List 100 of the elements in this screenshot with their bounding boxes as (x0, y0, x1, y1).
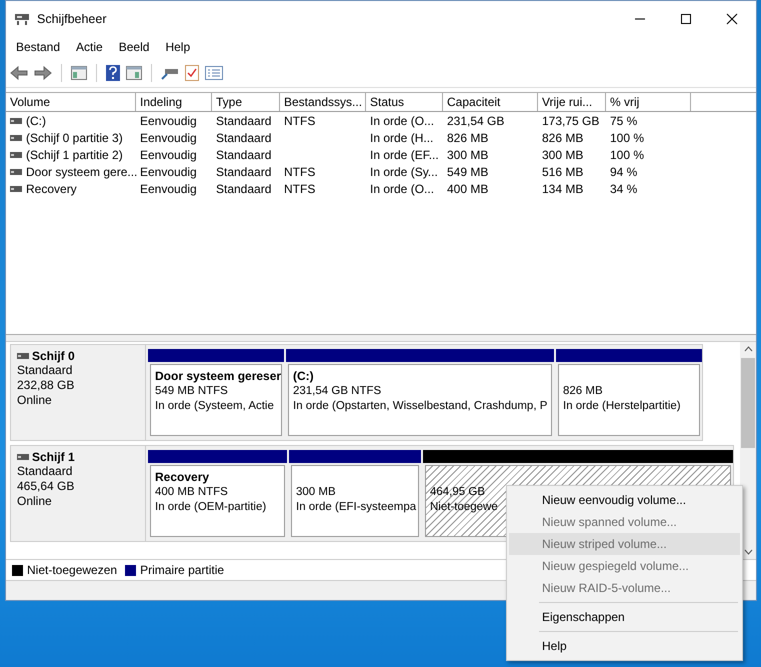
menu-item[interactable]: Eigenschappen (509, 606, 740, 628)
drive-icon (10, 168, 22, 174)
disk-name: Schijf 0 (32, 349, 75, 363)
panel-icon[interactable] (126, 66, 142, 80)
drive-icon (17, 353, 29, 359)
table-cell: 75 % (610, 114, 638, 128)
column-header[interactable]: Type (216, 95, 242, 109)
table-cell: 173,75 GB (542, 114, 600, 128)
table-cell: 34 % (610, 182, 638, 196)
help-icon[interactable] (106, 65, 120, 81)
disk-label-panel[interactable]: Schijf 1 Standaard 465,64 GB Online (10, 445, 146, 542)
table-cell: 231,54 GB (447, 114, 504, 128)
partition-status: In orde (OEM-partitie) (155, 500, 266, 515)
partition-size: 826 MB (563, 384, 603, 399)
table-cell: NTFS (284, 114, 316, 128)
table-cell: In orde (H... (370, 130, 434, 144)
table-cell: 300 MB (542, 148, 584, 162)
close-icon[interactable] (726, 13, 738, 25)
partition-size: 231,54 GB NTFS (293, 384, 382, 399)
table-cell: 826 MB (542, 130, 584, 144)
disk-label-panel[interactable]: Schijf 0 Standaard 232,88 GB Online (10, 344, 146, 441)
disk-status: Online (17, 494, 53, 509)
panel-icon[interactable] (71, 66, 87, 80)
table-cell: Eenvoudig (140, 164, 197, 178)
partition-status: In orde (Systeem, Actie (155, 399, 274, 414)
partition-status: Niet-toegewe (430, 500, 498, 515)
partition-name: Recovery (155, 470, 210, 485)
table-cell: Standaard (216, 130, 272, 144)
menu-item[interactable]: Bestand (16, 40, 60, 54)
column-header[interactable]: Indeling (140, 95, 182, 109)
table-cell: Eenvoudig (140, 148, 197, 162)
menu-item[interactable]: Help (509, 635, 740, 657)
drive-icon (10, 118, 22, 124)
disk-status: Online (17, 393, 53, 408)
drive-icon (10, 186, 22, 192)
back-arrow-icon[interactable] (10, 66, 28, 80)
table-cell: (Schijf 0 partitie 3) (26, 130, 123, 144)
partition-size: 300 MB (296, 485, 336, 500)
drive-icon[interactable] (161, 66, 179, 80)
disk-size: 232,88 GB (17, 378, 76, 393)
table-cell: 826 MB (447, 130, 488, 144)
table-cell: In orde (O... (370, 114, 434, 128)
table-cell: Door systeem gere... (26, 164, 138, 178)
scroll-up-icon[interactable] (744, 346, 752, 352)
menu-item[interactable]: Nieuw eenvoudig volume... (509, 489, 740, 511)
disk-type: Standaard (17, 363, 74, 378)
table-cell: NTFS (284, 182, 316, 196)
disk-management-icon (14, 12, 30, 26)
menu-item[interactable]: Beeld (118, 40, 150, 54)
scrollbar-thumb[interactable] (741, 358, 755, 448)
legend-label: Primaire partitie (140, 563, 224, 577)
table-cell: Eenvoudig (140, 182, 197, 196)
table-cell: Standaard (216, 148, 272, 162)
table-cell: 100 % (610, 148, 644, 162)
table-cell: Standaard (216, 164, 272, 178)
table-cell: (C:) (26, 114, 46, 128)
drive-icon (17, 454, 29, 460)
table-cell: In orde (O... (370, 182, 434, 196)
table-cell: 94 % (610, 164, 638, 178)
maximize-icon[interactable] (680, 13, 692, 25)
table-cell: 300 MB (447, 148, 488, 162)
table-cell: NTFS (284, 164, 316, 178)
menu-item[interactable]: Help (165, 40, 190, 54)
window-title: Schijfbeheer (37, 12, 106, 26)
scrollbar[interactable] (740, 342, 756, 559)
forward-arrow-icon[interactable] (34, 66, 52, 80)
column-header[interactable]: Capaciteit (447, 95, 500, 109)
checklist-icon[interactable] (185, 65, 199, 81)
scroll-down-icon[interactable] (744, 549, 752, 555)
partition-status: In orde (EFI-systeempa (296, 500, 416, 515)
partition-status: In orde (Opstarten, Wisselbestand, Crashdump, P (293, 399, 548, 414)
column-header[interactable]: % vrij (610, 95, 640, 109)
menu-item[interactable]: Actie (76, 40, 103, 54)
table-cell: Eenvoudig (140, 114, 197, 128)
disk-name: Schijf 1 (32, 450, 75, 464)
table-cell: Recovery (26, 182, 77, 196)
table-cell: Eenvoudig (140, 130, 197, 144)
partition-name: Door systeem gereser (155, 369, 281, 384)
table-cell: 400 MB (447, 182, 488, 196)
table-cell: In orde (EF... (370, 148, 439, 162)
legend-label: Niet-toegewezen (27, 563, 118, 577)
list-icon[interactable] (205, 66, 223, 80)
table-cell: Standaard (216, 182, 272, 196)
drive-icon (10, 134, 22, 140)
disk-size: 465,64 GB (17, 479, 76, 494)
column-header[interactable]: Bestandssys... (284, 95, 362, 109)
table-cell: Standaard (216, 114, 272, 128)
drive-icon (10, 152, 22, 158)
partition-name: (C:) (293, 369, 314, 384)
table-cell: 549 MB (447, 164, 488, 178)
table-cell: 100 % (610, 130, 644, 144)
column-header[interactable]: Volume (10, 95, 50, 109)
partition-size: 400 MB NTFS (155, 485, 228, 500)
column-header[interactable]: Status (370, 95, 404, 109)
disk-type: Standaard (17, 464, 74, 479)
partition-size: 549 MB NTFS (155, 384, 228, 399)
table-cell: In orde (Sy... (370, 164, 438, 178)
column-header[interactable]: Vrije rui... (542, 95, 592, 109)
partition-status: In orde (Herstelpartitie) (563, 399, 681, 414)
table-cell: 516 MB (542, 164, 584, 178)
